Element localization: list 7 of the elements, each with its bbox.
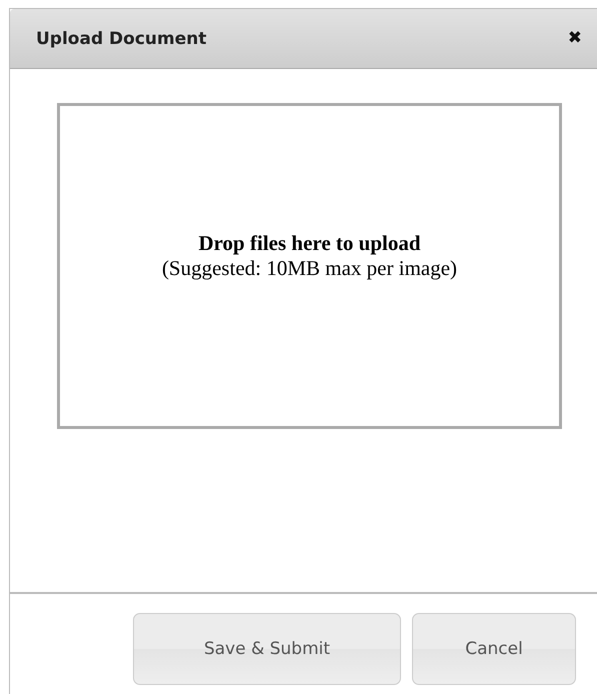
save-submit-button[interactable]: Save & Submit: [133, 613, 401, 685]
close-icon[interactable]: ✖: [568, 30, 582, 47]
drop-heading: Drop files here to upload: [198, 230, 421, 256]
dialog-title: Upload Document: [36, 28, 206, 48]
cancel-button[interactable]: Cancel: [412, 613, 576, 685]
drop-zone[interactable]: Drop files here to upload (Suggested: 10MB max per image): [57, 103, 562, 429]
drop-hint: (Suggested: 10MB max per image): [160, 256, 458, 282]
